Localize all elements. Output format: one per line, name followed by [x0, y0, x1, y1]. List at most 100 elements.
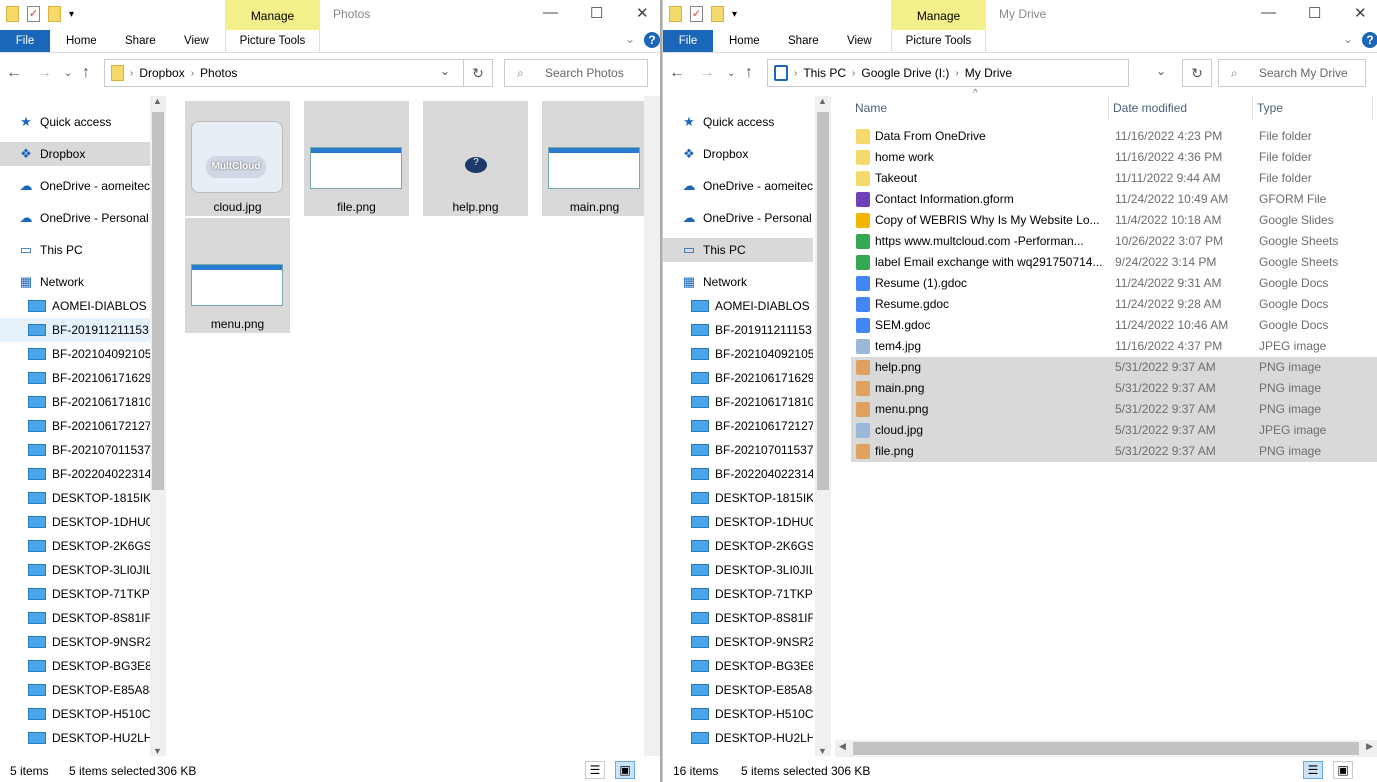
recent-locations-button[interactable]: ⌄ — [727, 68, 735, 79]
breadcrumb-separator-icon[interactable]: › — [955, 68, 958, 79]
expand-ribbon-icon[interactable]: ⌄ — [1343, 32, 1353, 46]
file-row[interactable]: label Email exchange with wq291750714...… — [851, 252, 1377, 273]
tab-picture-tools[interactable]: Picture Tools — [225, 30, 320, 52]
nav-item-computer[interactable]: BF-202107011537 — [663, 438, 813, 462]
nav-item-network[interactable]: ▦ Network — [0, 270, 150, 294]
file-row[interactable]: menu.png 5/31/2022 9:37 AM PNG image — [851, 399, 1377, 420]
nav-item-this-pc[interactable]: ▭ This PC — [663, 238, 813, 262]
tab-file[interactable]: File — [0, 30, 50, 52]
file-tile[interactable]: menu.png — [185, 218, 290, 333]
nav-item-computer[interactable]: DESKTOP-9NSR2MD — [663, 630, 813, 654]
nav-item-onedrive-personal[interactable]: ☁ OneDrive - Personal — [663, 206, 813, 230]
nav-item-network[interactable]: ▦ Network — [663, 270, 813, 294]
file-tile[interactable]: main.png — [542, 101, 647, 216]
column-header-type[interactable]: Type — [1253, 97, 1373, 119]
nav-item-computer[interactable]: DESKTOP-E85A88P — [663, 678, 813, 702]
breadcrumb-separator-icon[interactable]: › — [852, 68, 855, 79]
column-header-date-modified[interactable]: Date modified — [1109, 97, 1253, 119]
nav-item-computer[interactable]: DESKTOP-BG3E86R — [663, 654, 813, 678]
file-row[interactable]: main.png 5/31/2022 9:37 AM PNG image — [851, 378, 1377, 399]
nav-item-computer[interactable]: DESKTOP-BG3E86R — [0, 654, 150, 678]
search-input[interactable]: ⌕ Search My Drive — [1218, 59, 1366, 87]
nav-item-computer[interactable]: BF-202106172127 — [0, 414, 150, 438]
file-row[interactable]: https www.multcloud.com -Performan... 10/… — [851, 231, 1377, 252]
nav-item-computer[interactable]: DESKTOP-1815IKL — [0, 486, 150, 510]
nav-item-dropbox[interactable]: ❖ Dropbox — [0, 142, 150, 166]
tab-home[interactable]: Home — [66, 30, 97, 52]
nav-item-computer[interactable]: BF-202106171629 — [663, 366, 813, 390]
minimize-button[interactable]: — — [543, 4, 558, 21]
customize-toolbar-icon[interactable]: ▾ — [69, 9, 74, 20]
nav-item-computer[interactable]: DESKTOP-HU2LHB5 — [0, 726, 150, 750]
nav-item-computer[interactable]: BF-201911211153 — [663, 318, 813, 342]
nav-item-quick-access[interactable]: ★ Quick access — [663, 110, 813, 134]
file-tile[interactable]: ? help.png — [423, 101, 528, 216]
nav-item-computer[interactable]: BF-202106171810 — [0, 390, 150, 414]
nav-item-computer[interactable]: BF-201911211153 — [0, 318, 150, 342]
file-tile[interactable]: file.png — [304, 101, 409, 216]
nav-item-this-pc[interactable]: ▭ This PC — [0, 238, 150, 262]
tab-picture-tools[interactable]: Picture Tools — [891, 30, 986, 52]
tab-file[interactable]: File — [663, 30, 713, 52]
customize-toolbar-icon[interactable]: ▾ — [732, 9, 737, 20]
nav-item-onedrive-aomeitec[interactable]: ☁ OneDrive - aomeitec — [663, 174, 814, 198]
scroll-down-icon[interactable]: ▼ — [818, 746, 827, 756]
file-row[interactable]: Copy of WEBRIS Why Is My Website Lo... 11… — [851, 210, 1377, 231]
file-tile[interactable]: MultCloud cloud.jpg — [185, 101, 290, 216]
breadcrumb-separator-icon[interactable]: › — [794, 68, 797, 79]
content-scrollbar[interactable] — [644, 96, 660, 756]
nav-item-computer[interactable]: DESKTOP-HU2LHB5 — [663, 726, 813, 750]
maximize-button[interactable]: ☐ — [590, 4, 603, 22]
large-icons-view-button[interactable]: ▣ — [615, 761, 635, 779]
close-button[interactable]: ✕ — [1354, 4, 1367, 22]
horizontal-scrollbar-thumb[interactable] — [853, 742, 1359, 755]
address-bar[interactable]: › Dropbox › Photos — [104, 59, 464, 87]
nav-item-computer[interactable]: BF-202106171629 — [0, 366, 150, 390]
nav-item-computer[interactable]: BF-202204022314 — [663, 462, 813, 486]
nav-item-computer[interactable]: DESKTOP-9NSR2MD — [0, 630, 150, 654]
nav-item-computer[interactable]: DESKTOP-H510C04 — [663, 702, 813, 726]
forward-button[interactable]: → — [699, 64, 715, 82]
nav-item-computer[interactable]: BF-202107011537 — [0, 438, 150, 462]
nav-item-computer[interactable]: DESKTOP-E85A88P — [0, 678, 150, 702]
address-dropdown-icon[interactable]: ⌄ — [1156, 64, 1166, 78]
breadcrumb-this-pc[interactable]: This PC — [803, 66, 846, 80]
breadcrumb-dropbox[interactable]: Dropbox — [139, 66, 184, 80]
tab-view[interactable]: View — [184, 30, 209, 52]
nav-item-computer[interactable]: DESKTOP-71TKPLP — [663, 582, 813, 606]
file-row[interactable]: SEM.gdoc 11/24/2022 10:46 AM Google Docs — [851, 315, 1377, 336]
file-row[interactable]: file.png 5/31/2022 9:37 AM PNG image — [851, 441, 1377, 462]
nav-scrollbar[interactable]: ▲ ▼ — [150, 96, 166, 756]
expand-ribbon-icon[interactable]: ⌄ — [625, 32, 635, 46]
details-view-button[interactable]: ☰ — [1303, 761, 1323, 779]
up-button[interactable]: ↑ — [745, 64, 753, 82]
nav-item-computer[interactable]: AOMEI-DIABLOS — [663, 294, 813, 318]
file-row[interactable]: home work 11/16/2022 4:36 PM File folder — [851, 147, 1377, 168]
recent-locations-button[interactable]: ⌄ — [64, 68, 72, 79]
help-icon[interactable]: ? — [1362, 32, 1377, 48]
maximize-button[interactable]: ☐ — [1308, 4, 1321, 22]
folder-icon[interactable] — [6, 6, 19, 22]
nav-item-computer[interactable]: BF-202104092105 — [663, 342, 813, 366]
scroll-left-icon[interactable]: ◀ — [839, 741, 846, 752]
address-bar[interactable]: › This PC › Google Drive (I:) › My Drive — [767, 59, 1129, 87]
tab-share[interactable]: Share — [788, 30, 819, 52]
nav-item-dropbox[interactable]: ❖ Dropbox — [663, 142, 813, 166]
nav-item-computer[interactable]: DESKTOP-3LI0JIL — [0, 558, 150, 582]
nav-item-computer[interactable]: DESKTOP-H510C04 — [0, 702, 150, 726]
address-dropdown-icon[interactable]: ⌄ — [440, 64, 450, 78]
nav-item-computer[interactable]: BF-202204022314 — [0, 462, 150, 486]
nav-item-computer[interactable]: DESKTOP-1DHU05K — [663, 510, 813, 534]
scroll-up-icon[interactable]: ▲ — [153, 96, 162, 106]
search-input[interactable]: ⌕ Search Photos — [504, 59, 648, 87]
refresh-button[interactable]: ↻ — [463, 59, 493, 87]
breadcrumb-separator-icon[interactable]: › — [191, 68, 194, 79]
nav-item-computer[interactable]: DESKTOP-1815IKL — [663, 486, 813, 510]
new-folder-icon[interactable] — [48, 6, 61, 22]
nav-item-computer[interactable]: BF-202104092105 — [0, 342, 150, 366]
breadcrumb-my-drive[interactable]: My Drive — [965, 66, 1012, 80]
scroll-down-icon[interactable]: ▼ — [153, 746, 162, 756]
column-header-name[interactable]: Name — [851, 97, 1109, 119]
nav-item-computer[interactable]: DESKTOP-1DHU05K — [0, 510, 150, 534]
file-row[interactable]: tem4.jpg 11/16/2022 4:37 PM JPEG image — [851, 336, 1377, 357]
